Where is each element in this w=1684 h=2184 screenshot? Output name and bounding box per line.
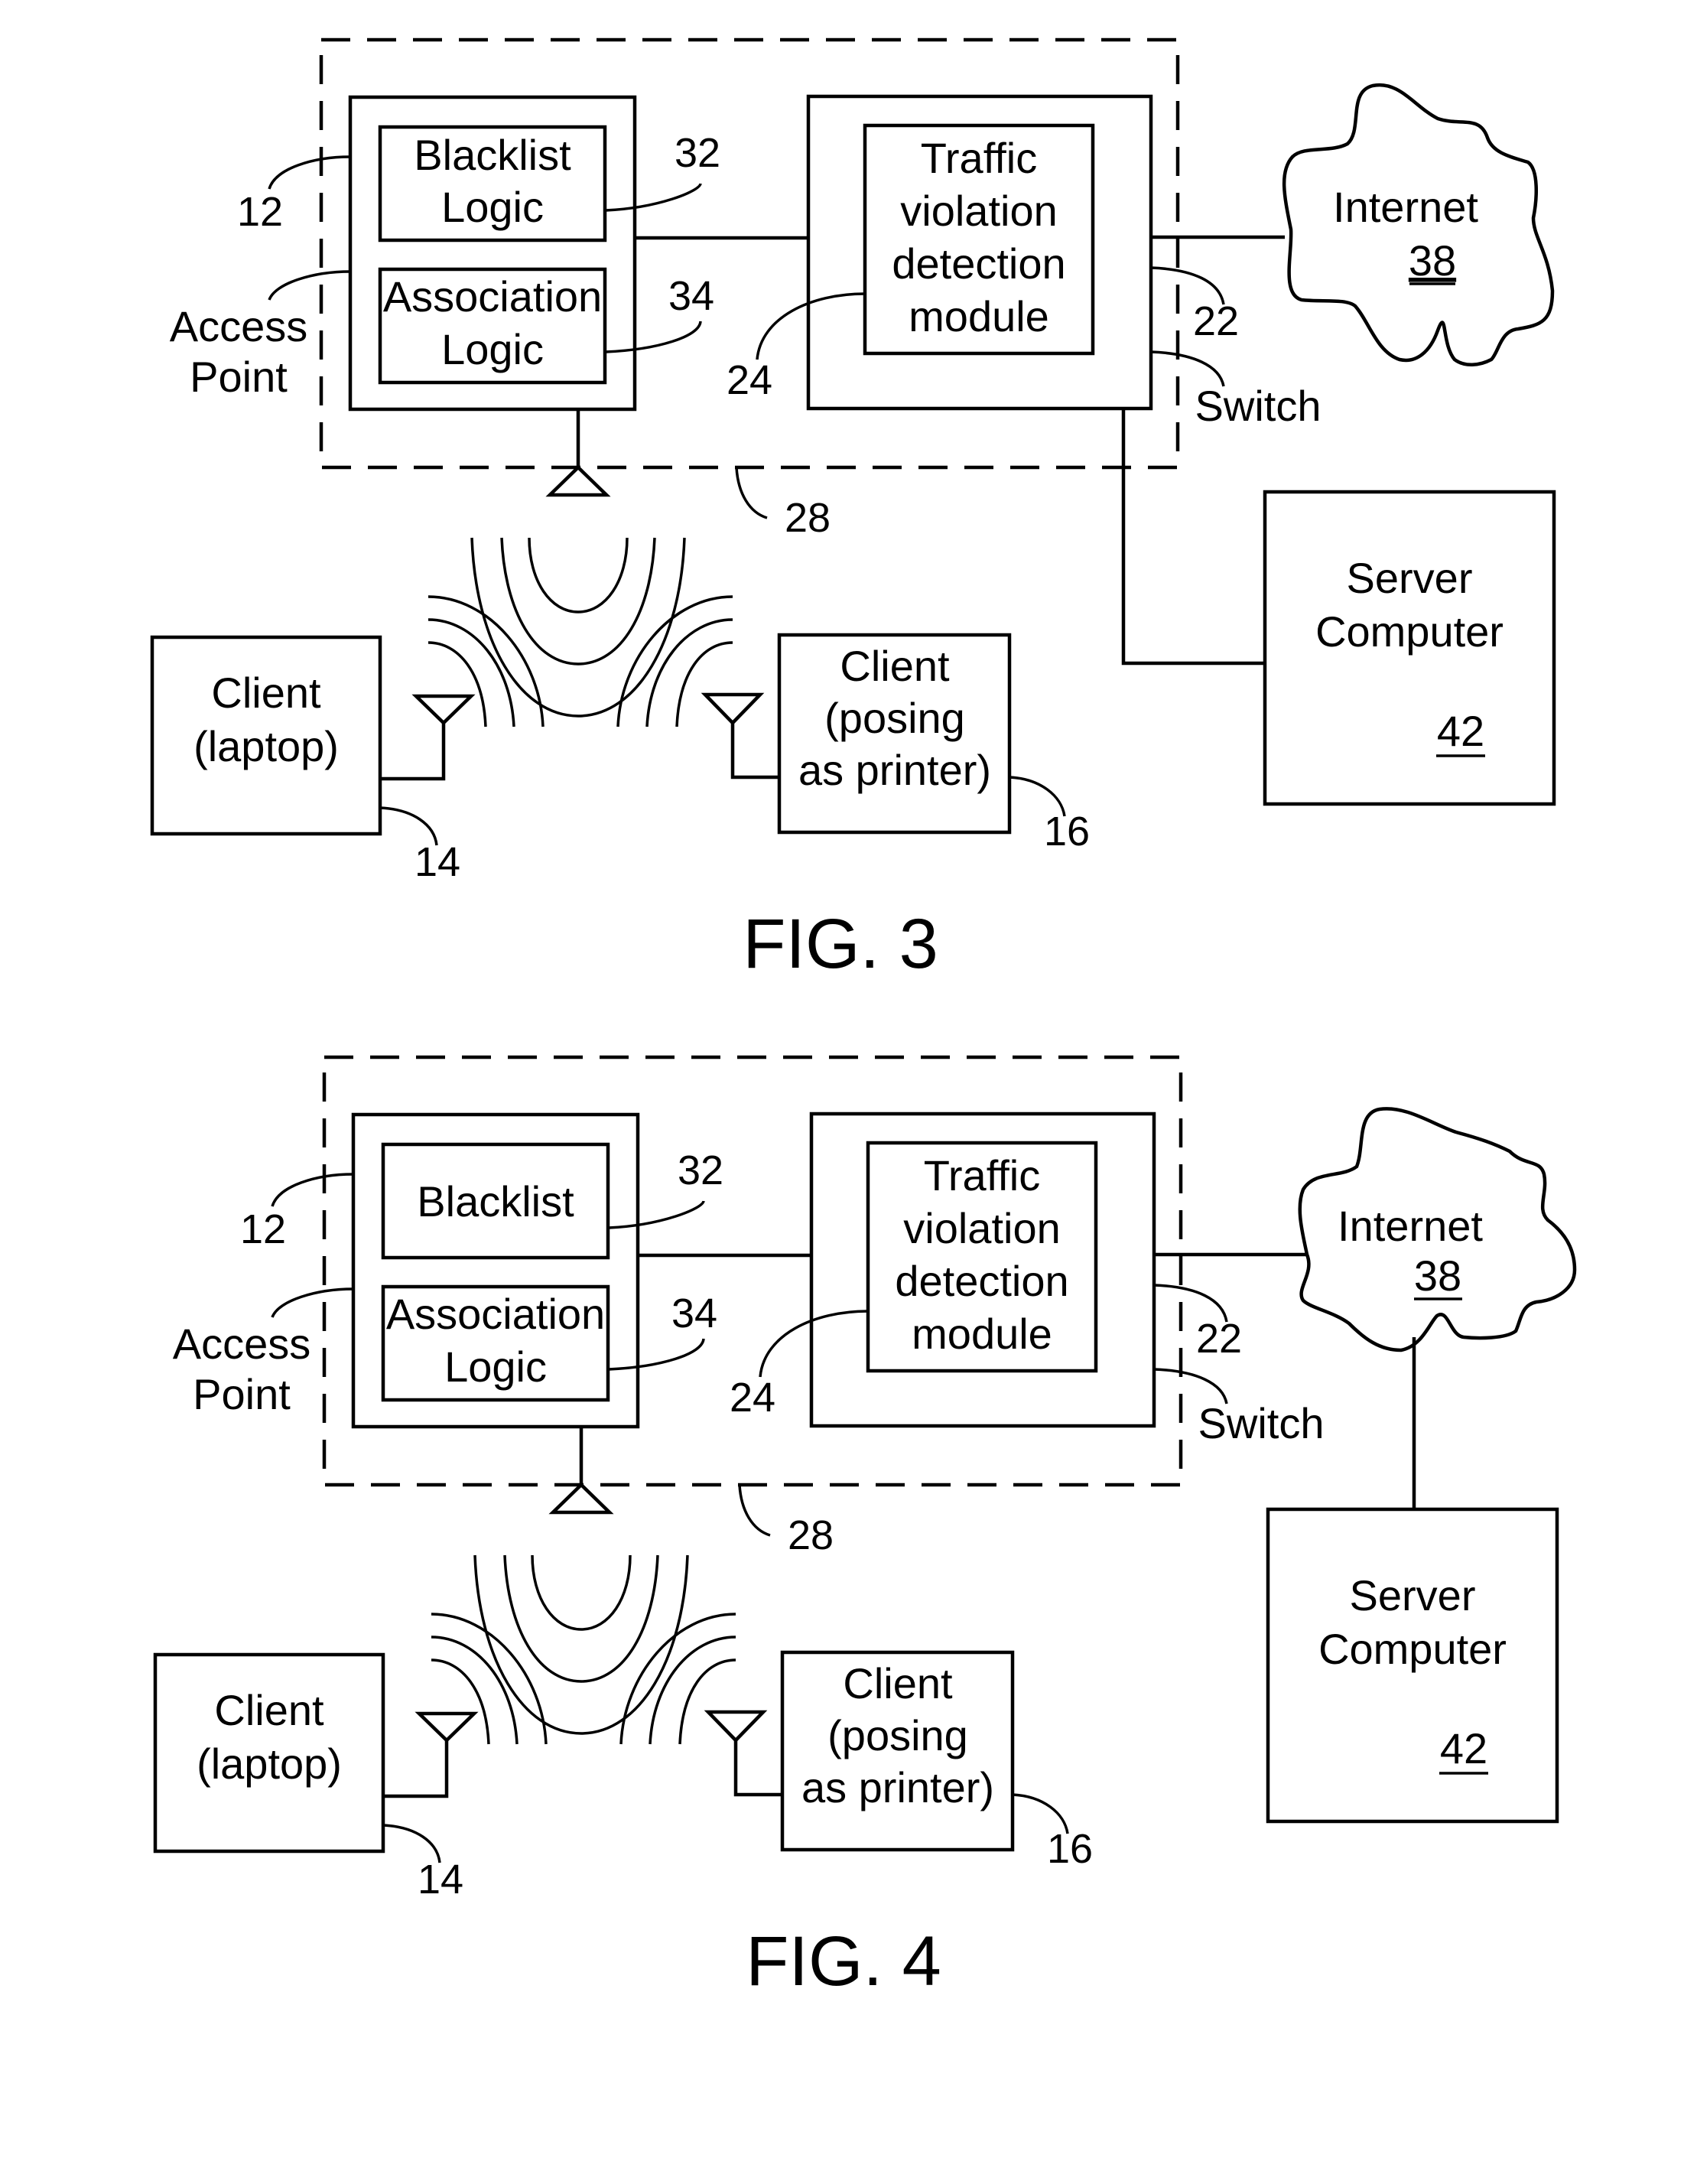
blacklist-label-line2: Logic [441, 183, 544, 231]
figure-4-caption: FIG. 4 [746, 1922, 941, 2000]
association-label-line2: Logic [441, 325, 544, 373]
ref-34: 34 [671, 1291, 717, 1336]
ref-24: 24 [730, 1375, 775, 1421]
ref-32: 32 [675, 130, 720, 176]
ref-12: 12 [240, 1206, 286, 1252]
ref-28: 28 [788, 1512, 834, 1558]
switch-label: Switch [1195, 382, 1322, 430]
access-point-label-line2: Point [193, 1370, 291, 1418]
module-label-line3: detection [892, 239, 1065, 288]
client-laptop-line2: (laptop) [193, 722, 339, 770]
client-printer-line1: Client [843, 1659, 953, 1707]
leader-28 [738, 1484, 771, 1537]
laptop-radio-waves-icon [431, 1613, 548, 1745]
laptop-antenna-icon [411, 694, 476, 726]
figure-3: Blacklist Logic Association Logic Traffi… [150, 37, 1556, 983]
server-label-line1: Server [1347, 554, 1473, 602]
ref-32: 32 [678, 1147, 723, 1193]
module-label-line1: Traffic [924, 1151, 1040, 1199]
blacklist-label-line1: Blacklist [414, 131, 571, 179]
client-printer-line3: as printer) [798, 746, 991, 794]
client-laptop-line1: Client [211, 669, 321, 717]
ref-34: 34 [668, 273, 714, 319]
ref-22: 22 [1193, 298, 1239, 344]
ap-antenna-icon [545, 464, 611, 497]
ref-14: 14 [414, 839, 460, 885]
client-printer-line2: (posing [824, 694, 965, 742]
leader-access-point [271, 1287, 354, 1318]
ref-28: 28 [785, 495, 831, 541]
module-label-line4: module [912, 1310, 1052, 1358]
association-label-line1: Association [386, 1290, 605, 1338]
association-label-line1: Association [383, 272, 602, 321]
printer-antenna-icon [701, 692, 765, 726]
access-point-label-line1: Access [170, 302, 308, 350]
figure-4: Blacklist Association Logic Traffic viol… [153, 1055, 1577, 2000]
switch-label: Switch [1198, 1399, 1325, 1447]
internet-label: Internet [1338, 1202, 1483, 1250]
ref-14: 14 [418, 1857, 463, 1902]
internet-label: Internet [1333, 183, 1478, 231]
internet-ref: 38 [1409, 236, 1456, 285]
leader-28 [735, 467, 768, 519]
leader-12 [268, 155, 351, 190]
ref-22: 22 [1196, 1316, 1242, 1362]
module-label-line2: violation [903, 1204, 1060, 1252]
ref-12: 12 [237, 189, 283, 235]
module-label-line1: Traffic [921, 134, 1037, 182]
laptop-antenna-mast [380, 723, 446, 781]
printer-antenna-mast [730, 723, 779, 780]
module-label-line3: detection [895, 1257, 1068, 1305]
client-laptop-line1: Client [214, 1686, 324, 1734]
ref-24: 24 [727, 357, 772, 403]
internet-ref: 38 [1414, 1251, 1461, 1300]
server-ref: 42 [1440, 1724, 1487, 1772]
figure-3-caption: FIG. 3 [743, 905, 938, 983]
client-laptop-line2: (laptop) [197, 1740, 342, 1788]
laptop-antenna-mast [383, 1740, 449, 1798]
blacklist-label-line1: Blacklist [417, 1177, 574, 1225]
module-label-line4: module [909, 292, 1049, 340]
access-point-label-line1: Access [173, 1320, 311, 1368]
association-label-line2: Logic [444, 1343, 547, 1391]
switch-server-link [1121, 408, 1265, 666]
access-point-label-line2: Point [190, 353, 288, 401]
client-printer-line3: as printer) [801, 1763, 994, 1811]
laptop-radio-waves-icon [428, 595, 545, 727]
ref-16: 16 [1044, 809, 1090, 854]
client-printer-line1: Client [840, 642, 950, 690]
leader-12 [271, 1173, 354, 1207]
printer-antenna-mast [733, 1740, 782, 1797]
printer-antenna-icon [704, 1710, 768, 1743]
server-ref: 42 [1437, 707, 1484, 755]
server-label-line2: Computer [1318, 1625, 1507, 1673]
ap-antenna-icon [548, 1482, 614, 1515]
patent-drawing-sheet: Blacklist Logic Association Logic Traffi… [150, 37, 1577, 2000]
client-printer-line2: (posing [827, 1711, 968, 1759]
server-label-line2: Computer [1315, 607, 1504, 656]
ref-16: 16 [1047, 1826, 1093, 1872]
leader-access-point [268, 270, 351, 301]
server-label-line1: Server [1350, 1571, 1476, 1619]
module-label-line2: violation [900, 187, 1057, 235]
laptop-antenna-icon [414, 1711, 479, 1743]
